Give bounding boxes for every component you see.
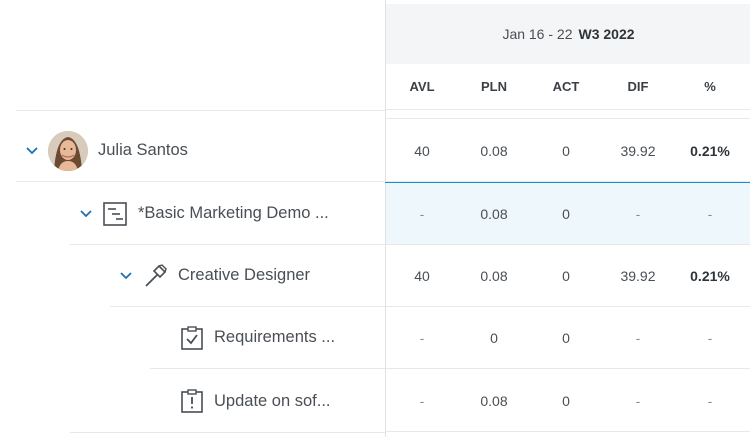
chevron-down-icon[interactable] <box>24 143 40 159</box>
column-headers: AVL PLN ACT DIF % <box>386 64 750 110</box>
grid-row[interactable]: 40 0.08 0 39.92 0.21% <box>386 120 750 182</box>
resource-tree: Julia Santos *Basic Marketing Demo ... C… <box>0 0 385 437</box>
selection-indicator <box>385 182 750 183</box>
task-check-icon <box>180 325 204 351</box>
divider <box>70 432 385 433</box>
cell-act: 0 <box>562 206 570 222</box>
chevron-down-icon[interactable] <box>118 268 134 284</box>
cell-percent: - <box>707 206 713 222</box>
avatar <box>48 130 88 171</box>
cell-percent: 0.21% <box>690 143 730 159</box>
week-header: Jan 16 - 22 W3 2022 <box>386 4 750 64</box>
week-label: W3 2022 <box>578 26 635 42</box>
cell-pln: 0.08 <box>480 206 508 222</box>
cell-pln: 0.08 <box>480 143 508 159</box>
column-header-percent: % <box>704 79 716 94</box>
cell-avl: 40 <box>414 143 430 159</box>
cell-avl: 40 <box>414 268 430 284</box>
tree-row-user[interactable]: Julia Santos <box>0 120 385 182</box>
hammer-icon <box>142 263 168 289</box>
cell-pln: 0 <box>490 330 498 346</box>
grid-row-selected[interactable]: - 0.08 0 - - <box>386 183 750 245</box>
tree-row-project[interactable]: *Basic Marketing Demo ... <box>0 183 385 245</box>
cell-avl: - <box>419 393 425 409</box>
cell-dif: - <box>635 206 641 222</box>
divider <box>16 110 385 111</box>
chevron-down-icon[interactable] <box>78 206 94 222</box>
tree-row-label: Creative Designer <box>178 266 311 284</box>
project-icon <box>102 201 128 227</box>
cell-percent: - <box>707 393 713 409</box>
cell-dif: 39.92 <box>620 143 656 159</box>
week-range: Jan 16 - 22 <box>502 26 573 42</box>
tree-row-label: Update on sof... <box>214 391 331 410</box>
cell-pln: 0.08 <box>480 393 508 409</box>
cell-percent: 0.21% <box>690 268 730 284</box>
tree-row-label: *Basic Marketing Demo ... <box>138 204 329 222</box>
grid-row[interactable]: 40 0.08 0 39.92 0.21% <box>386 245 750 307</box>
column-header-dif: DIF <box>627 79 649 94</box>
cell-avl: - <box>419 206 425 222</box>
cell-act: 0 <box>562 143 570 159</box>
cell-dif: - <box>635 330 641 346</box>
cell-pln: 0.08 <box>480 268 508 284</box>
cell-act: 0 <box>562 393 570 409</box>
tree-row-role[interactable]: Creative Designer <box>0 245 385 307</box>
grid-row[interactable]: - 0 0 - - <box>386 307 750 369</box>
tree-row-task[interactable]: Update on sof... <box>0 370 385 432</box>
cell-percent: - <box>707 330 713 346</box>
column-header-avl: AVL <box>409 79 435 94</box>
tree-row-label: Julia Santos <box>98 141 188 159</box>
tree-row-task[interactable]: Requirements ... <box>0 307 385 369</box>
cell-act: 0 <box>562 268 570 284</box>
cell-dif: - <box>635 393 641 409</box>
grid-row[interactable]: - 0.08 0 - - <box>386 370 750 432</box>
tree-row-label: Requirements ... <box>214 328 336 346</box>
divider <box>386 118 750 119</box>
column-header-act: ACT <box>552 79 580 94</box>
cell-avl: - <box>419 330 425 346</box>
task-alert-icon <box>180 388 204 414</box>
cell-dif: 39.92 <box>620 268 656 284</box>
column-header-pln: PLN <box>481 79 507 94</box>
week-grid: Jan 16 - 22 W3 2022 AVL PLN ACT DIF % 40… <box>385 0 750 437</box>
cell-act: 0 <box>562 330 570 346</box>
